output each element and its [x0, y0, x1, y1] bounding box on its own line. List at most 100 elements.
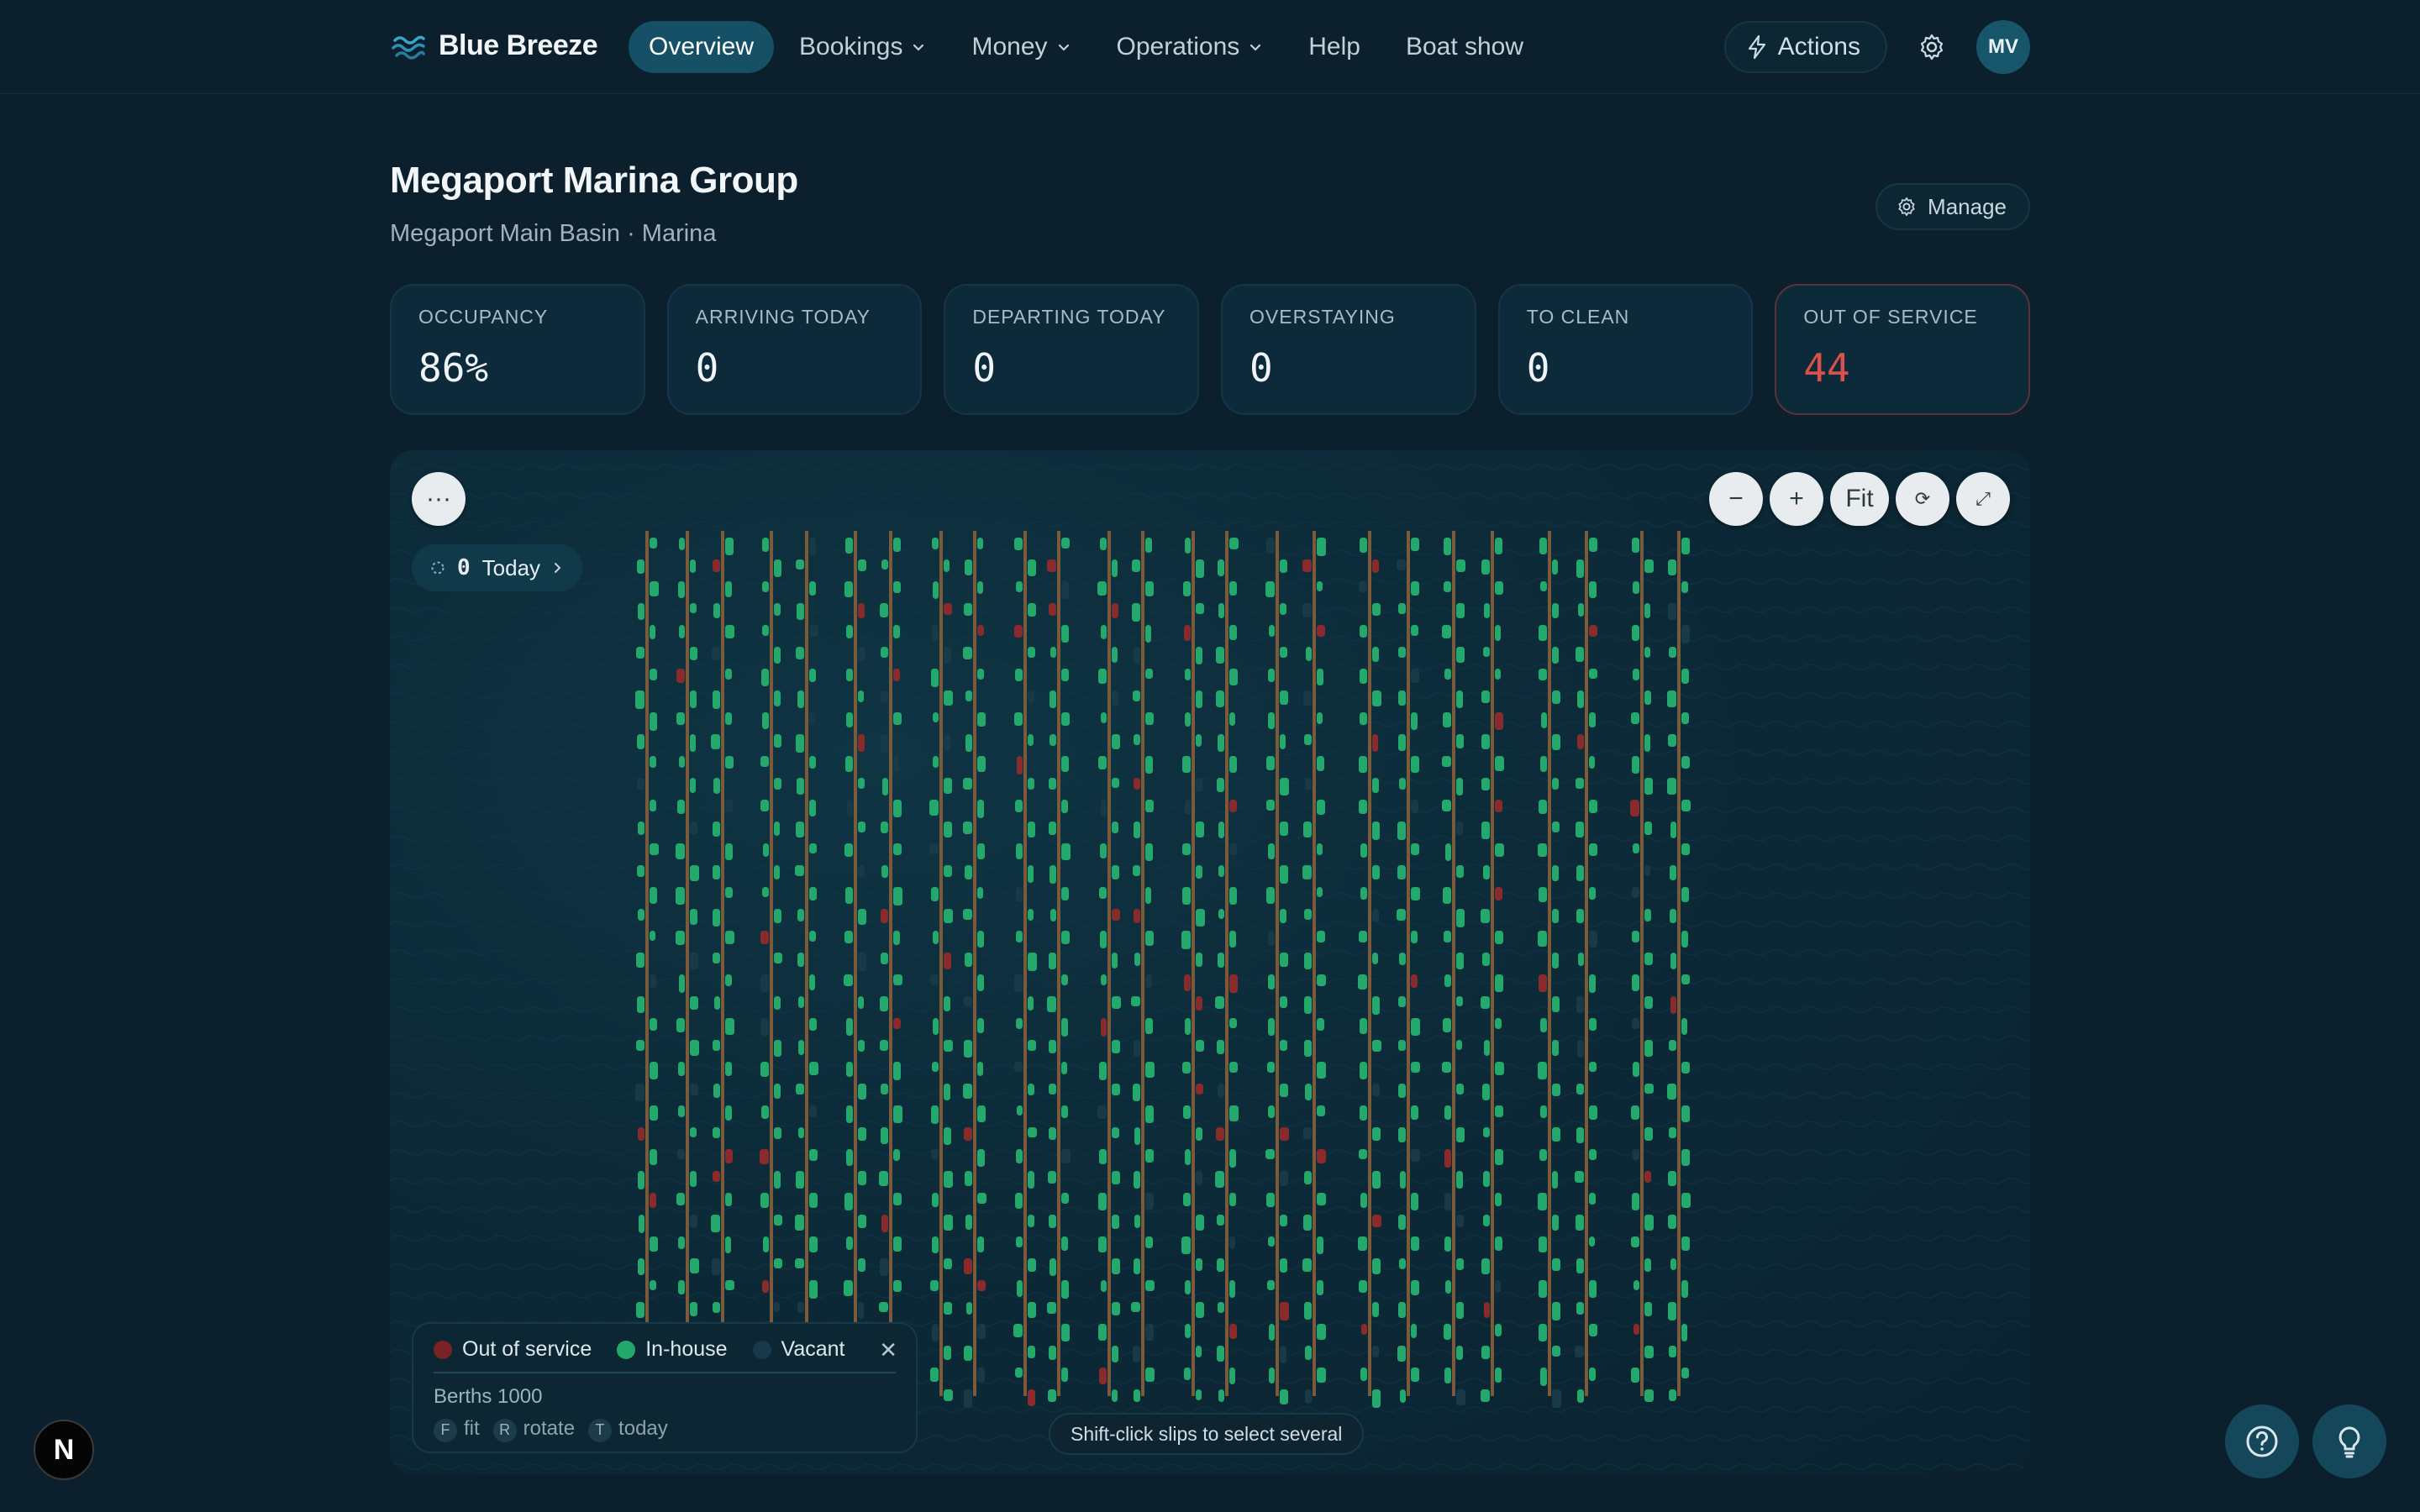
berth-slip	[1576, 1084, 1584, 1095]
berth-slip	[1445, 1280, 1451, 1294]
berth-slip	[1112, 865, 1119, 879]
berth-slip	[650, 581, 659, 596]
berth-slip	[944, 1346, 951, 1360]
berth-slip	[1196, 1389, 1202, 1400]
berth-slip	[650, 1280, 656, 1290]
berth-slip	[690, 1127, 697, 1137]
berth-slip	[847, 800, 853, 816]
kpi-departing-today[interactable]: DEPARTING TODAY 0	[944, 284, 1200, 415]
berth-slip	[1372, 1171, 1381, 1189]
berth-slip	[1305, 1389, 1312, 1404]
chevron-down-icon	[913, 44, 924, 51]
marina-map[interactable]: ··· − + Fit ⟳ ⤢ 0 Today Out of service I…	[390, 450, 2030, 1475]
berth-slip	[965, 953, 972, 967]
berth-slip	[1411, 1105, 1418, 1120]
berth-slip	[1576, 909, 1584, 923]
close-icon[interactable]: ✕	[879, 1337, 897, 1363]
nav-operations[interactable]: Operations	[1097, 21, 1284, 73]
berth-slip	[1681, 712, 1689, 724]
manage-button[interactable]: Manage	[1876, 183, 2030, 230]
berth-slip	[1280, 734, 1286, 749]
nav-bookings[interactable]: Bookings	[779, 21, 946, 73]
berth-slip	[1644, 559, 1654, 573]
nav-boat-show[interactable]: Boat show	[1386, 21, 1544, 73]
berth-slip	[1280, 1040, 1287, 1051]
actions-button[interactable]: Actions	[1723, 21, 1887, 73]
berth-slip	[1217, 1040, 1224, 1054]
berth-slip	[881, 690, 888, 702]
nav-overview[interactable]: Overview	[629, 21, 775, 73]
berth-slip	[1134, 1127, 1140, 1145]
berth-slip	[638, 909, 644, 921]
berth-slip	[1456, 1258, 1464, 1270]
berth-slip	[930, 1368, 939, 1382]
berth-slip	[1229, 1193, 1236, 1206]
avatar[interactable]: MV	[1976, 20, 2030, 74]
berth-slip	[1229, 712, 1235, 726]
lightbulb-icon	[2338, 1426, 2360, 1458]
berth-slip	[1552, 1258, 1560, 1271]
berth-slip	[858, 1084, 866, 1100]
kpi-occupancy[interactable]: OCCUPANCY 86%	[390, 284, 645, 415]
divider	[434, 1372, 896, 1373]
berth-slip	[1669, 1346, 1676, 1357]
water-wave	[390, 1035, 2030, 1042]
today-selector[interactable]: 0 Today	[412, 544, 583, 591]
berth-slip	[690, 865, 699, 881]
nav-money[interactable]: Money	[951, 21, 1091, 73]
berth-slip	[846, 1105, 853, 1123]
gear-icon	[1898, 197, 1915, 216]
berth-slip	[1050, 865, 1056, 884]
berth-slip	[1552, 909, 1559, 923]
tips-button[interactable]	[2312, 1404, 2386, 1478]
berth-slip	[1411, 1280, 1419, 1295]
berth-slip	[1359, 931, 1367, 942]
help-button[interactable]	[2225, 1404, 2299, 1478]
kpi-arriving-today[interactable]: ARRIVING TODAY 0	[666, 284, 923, 415]
marina-map-canvas[interactable]	[390, 450, 2030, 1475]
more-options-button[interactable]: ···	[412, 472, 466, 526]
berth-slip	[1495, 931, 1503, 944]
kpi-overstaying[interactable]: OVERSTAYING 0	[1221, 284, 1476, 415]
water-wave	[390, 549, 2030, 556]
kpi-value: 0	[1526, 345, 1550, 391]
zoom-out-button[interactable]: −	[1709, 472, 1763, 526]
berth-slip	[725, 843, 733, 860]
berth-slip	[1196, 822, 1204, 837]
berth-slip	[1411, 800, 1418, 813]
berth-slip	[1444, 538, 1451, 555]
berth-slip	[1183, 581, 1191, 596]
berth-slip	[1099, 1062, 1107, 1080]
zoom-in-button[interactable]: +	[1770, 472, 1823, 526]
settings-button[interactable]	[1906, 21, 1958, 73]
berth-slip	[1112, 1302, 1120, 1315]
nav-label: Bookings	[799, 33, 903, 60]
nav-help[interactable]: Help	[1288, 21, 1381, 73]
brand[interactable]: Blue Breeze	[390, 22, 598, 69]
expand-button[interactable]: ⤢	[1956, 472, 2010, 526]
berth-slip	[1644, 690, 1651, 705]
berth-slip	[1495, 800, 1502, 812]
fit-button[interactable]: Fit	[1830, 472, 1889, 526]
kpi-to-clean[interactable]: TO CLEAN 0	[1497, 284, 1754, 415]
berth-slip	[879, 1302, 888, 1312]
berth-slip	[1538, 843, 1547, 857]
berth-slip	[1398, 647, 1406, 658]
kpi-out-of-service[interactable]: OUT OF SERVICE 44	[1775, 284, 2031, 415]
berth-slip	[1398, 1040, 1406, 1051]
berth-slip	[809, 843, 817, 853]
berth-slip	[1196, 953, 1202, 967]
berth-slip	[858, 603, 865, 618]
berth-slip	[650, 931, 655, 941]
berth-slip	[713, 1040, 720, 1051]
berth-slip	[880, 1040, 888, 1051]
berth-slip	[796, 822, 804, 837]
n-badge[interactable]: N	[34, 1420, 94, 1480]
kpi-label: OVERSTAYING	[1249, 306, 1396, 328]
berth-slip	[1280, 778, 1289, 795]
berth-slip	[1577, 1040, 1584, 1058]
rotate-button[interactable]: ⟳	[1896, 472, 1949, 526]
berth-slip	[809, 1149, 818, 1161]
berth-slip	[1552, 1084, 1560, 1096]
berth-slip	[1411, 1193, 1418, 1210]
